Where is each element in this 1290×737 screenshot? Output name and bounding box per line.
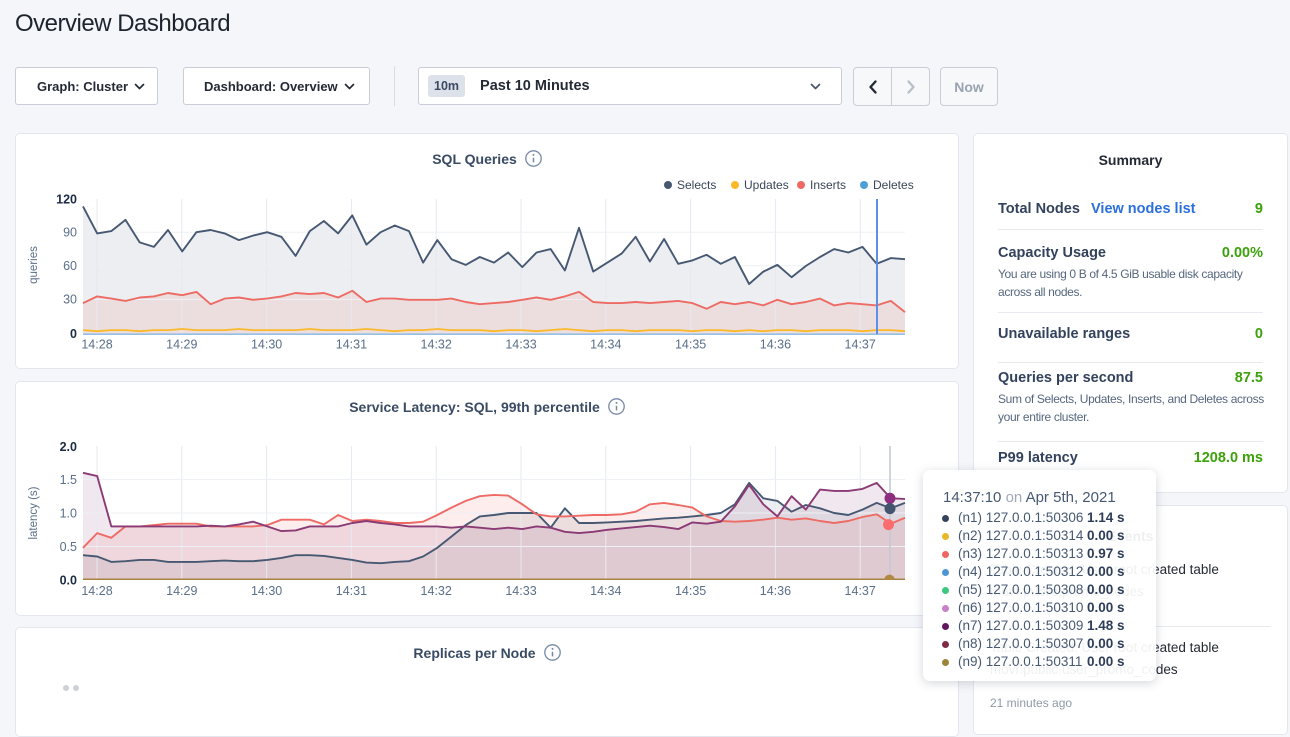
- svg-text:queries: queries: [28, 246, 40, 284]
- svg-text:90: 90: [63, 226, 77, 240]
- svg-text:14:30: 14:30: [251, 338, 282, 352]
- svg-text:14:34: 14:34: [590, 584, 621, 598]
- svg-text:14:35: 14:35: [675, 584, 706, 598]
- svg-text:14:37: 14:37: [845, 338, 876, 352]
- svg-text:1.0: 1.0: [60, 507, 77, 521]
- svg-text:14:33: 14:33: [505, 338, 536, 352]
- svg-text:14:33: 14:33: [505, 584, 536, 598]
- svg-text:latency (s): latency (s): [28, 486, 40, 539]
- svg-text:14:36: 14:36: [760, 338, 791, 352]
- svg-text:120: 120: [56, 193, 77, 207]
- svg-text:0.5: 0.5: [60, 540, 77, 554]
- svg-text:14:31: 14:31: [336, 338, 367, 352]
- svg-text:14:29: 14:29: [166, 584, 197, 598]
- svg-text:0.0: 0.0: [60, 574, 77, 588]
- svg-text:14:32: 14:32: [421, 584, 452, 598]
- svg-text:2.0: 2.0: [60, 440, 77, 454]
- svg-text:14:30: 14:30: [251, 584, 282, 598]
- svg-text:14:31: 14:31: [336, 584, 367, 598]
- svg-text:14:28: 14:28: [81, 338, 112, 352]
- svg-text:14:37: 14:37: [845, 584, 876, 598]
- svg-text:14:36: 14:36: [760, 584, 791, 598]
- svg-text:14:29: 14:29: [166, 338, 197, 352]
- svg-text:1.5: 1.5: [60, 473, 77, 487]
- svg-text:60: 60: [63, 259, 77, 273]
- svg-text:14:28: 14:28: [81, 584, 112, 598]
- svg-text:30: 30: [63, 293, 77, 307]
- svg-text:14:35: 14:35: [675, 338, 706, 352]
- svg-text:0: 0: [70, 327, 77, 341]
- svg-text:14:32: 14:32: [421, 338, 452, 352]
- svg-text:14:34: 14:34: [590, 338, 621, 352]
